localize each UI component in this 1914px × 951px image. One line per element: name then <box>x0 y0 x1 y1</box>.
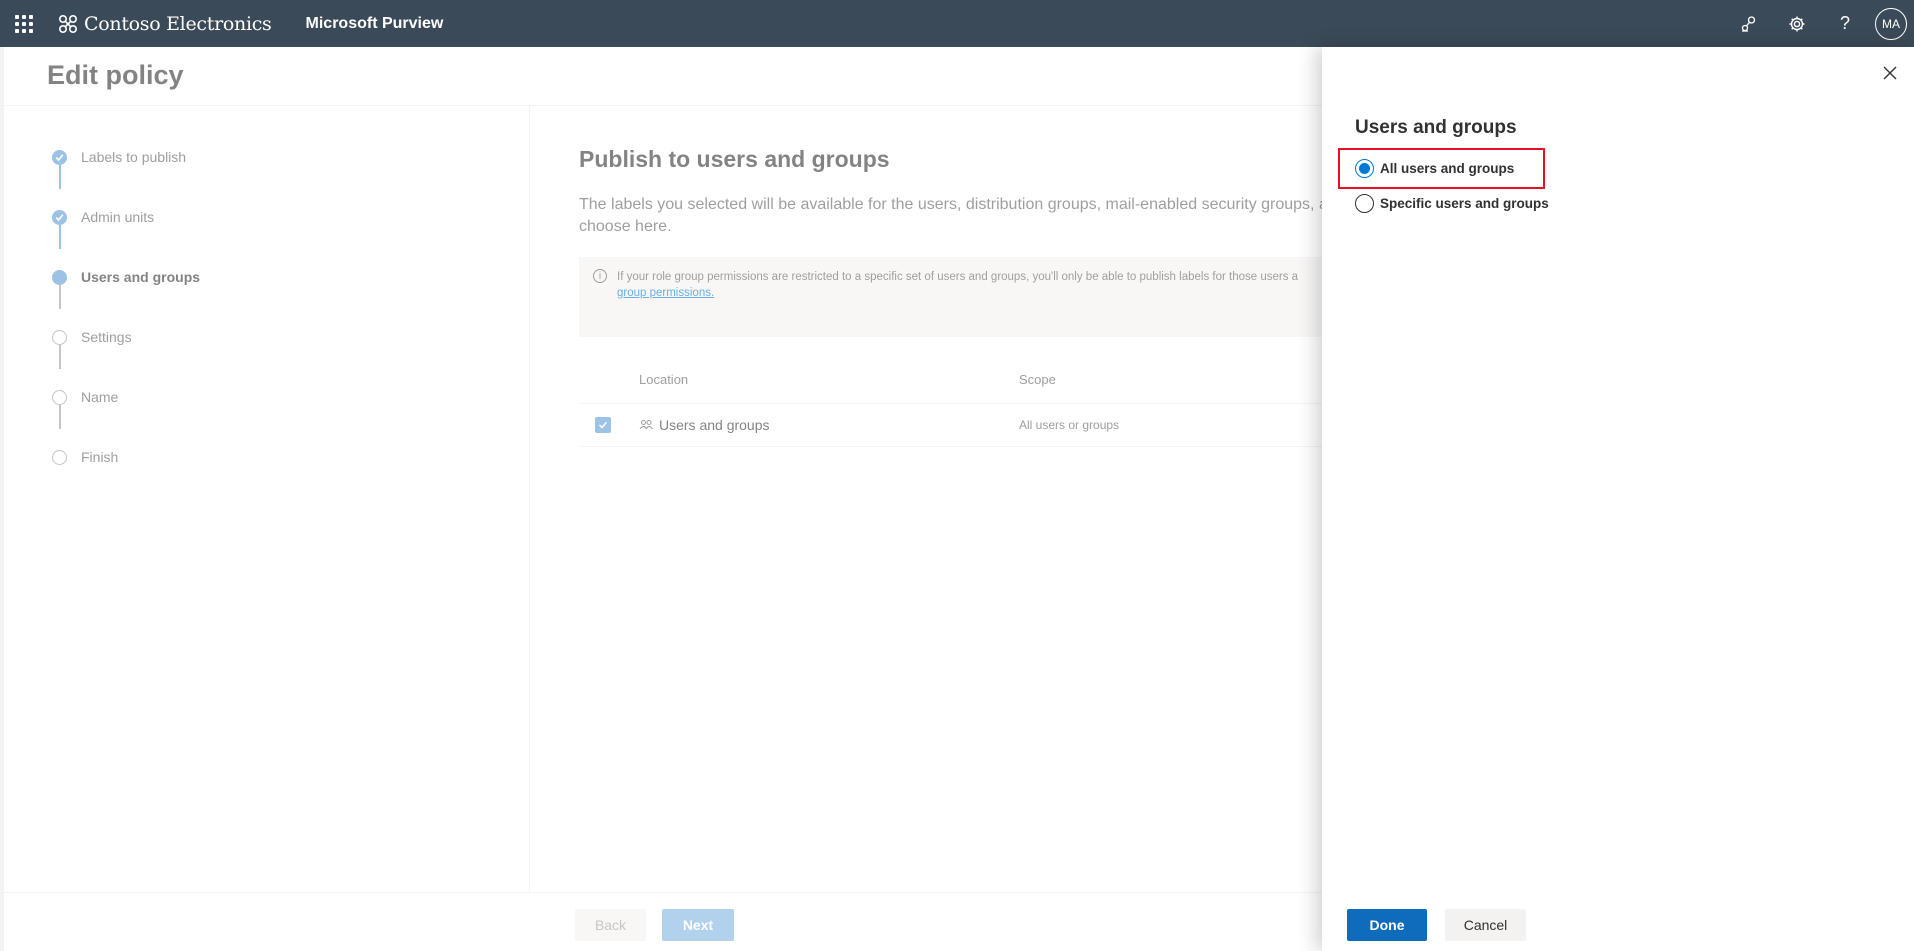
radio-all-users-and-groups[interactable]: All users and groups <box>1355 159 1514 178</box>
settings-button[interactable] <box>1773 0 1821 47</box>
top-bar: Contoso Electronics Microsoft Purview ? <box>0 0 1914 47</box>
radio-specific-users-and-groups[interactable]: Specific users and groups <box>1355 194 1549 213</box>
org-name: Contoso Electronics <box>84 12 272 35</box>
cancel-button[interactable]: Cancel <box>1445 909 1526 941</box>
radio-label: All users and groups <box>1380 161 1515 176</box>
avatar[interactable]: MA <box>1875 7 1907 40</box>
users-and-groups-panel: Users and groups All users and groups Sp… <box>1322 47 1914 951</box>
help-button[interactable]: ? <box>1821 0 1869 47</box>
radio-button-unchecked[interactable] <box>1355 194 1374 213</box>
overlay-dim[interactable] <box>0 47 1322 951</box>
contoso-logo-icon <box>58 14 78 33</box>
connections-icon <box>1741 15 1756 32</box>
radio-label: Specific users and groups <box>1380 196 1549 211</box>
waffle-icon <box>15 14 33 33</box>
help-icon: ? <box>1839 13 1850 33</box>
app-name[interactable]: Microsoft Purview <box>306 15 444 33</box>
connections-button[interactable] <box>1725 0 1773 47</box>
app-launcher-button[interactable] <box>0 0 48 47</box>
gear-icon <box>1789 16 1805 31</box>
panel-title: Users and groups <box>1355 117 1517 138</box>
close-panel-button[interactable] <box>1880 63 1900 83</box>
radio-button-checked[interactable] <box>1355 159 1374 178</box>
done-button[interactable]: Done <box>1347 909 1427 941</box>
org-brand[interactable]: Contoso Electronics <box>56 12 272 36</box>
close-icon <box>1883 66 1897 80</box>
